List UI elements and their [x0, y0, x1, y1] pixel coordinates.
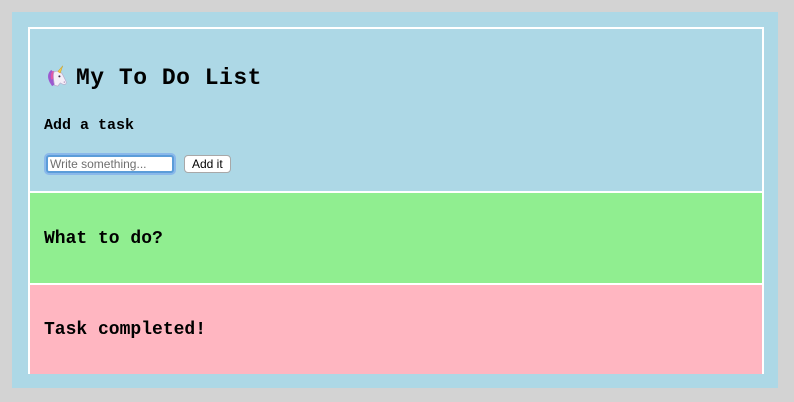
- todo-section: What to do?: [30, 191, 762, 283]
- app-frame: My To Do List Add a task Add it What to …: [12, 12, 778, 388]
- todo-heading: What to do?: [44, 229, 163, 249]
- add-task-form: Add it: [44, 155, 231, 173]
- completed-section: Task completed!: [30, 283, 762, 374]
- add-task-section: My To Do List Add a task Add it: [30, 29, 762, 189]
- add-task-button[interactable]: Add it: [184, 155, 231, 173]
- add-task-heading: Add a task: [44, 117, 135, 134]
- unicorn-icon: [48, 65, 67, 87]
- task-input[interactable]: [46, 155, 174, 173]
- title-row: My To Do List: [44, 65, 262, 91]
- app-container: My To Do List Add a task Add it What to …: [28, 27, 764, 374]
- completed-heading: Task completed!: [44, 320, 207, 340]
- page-title: My To Do List: [76, 65, 262, 91]
